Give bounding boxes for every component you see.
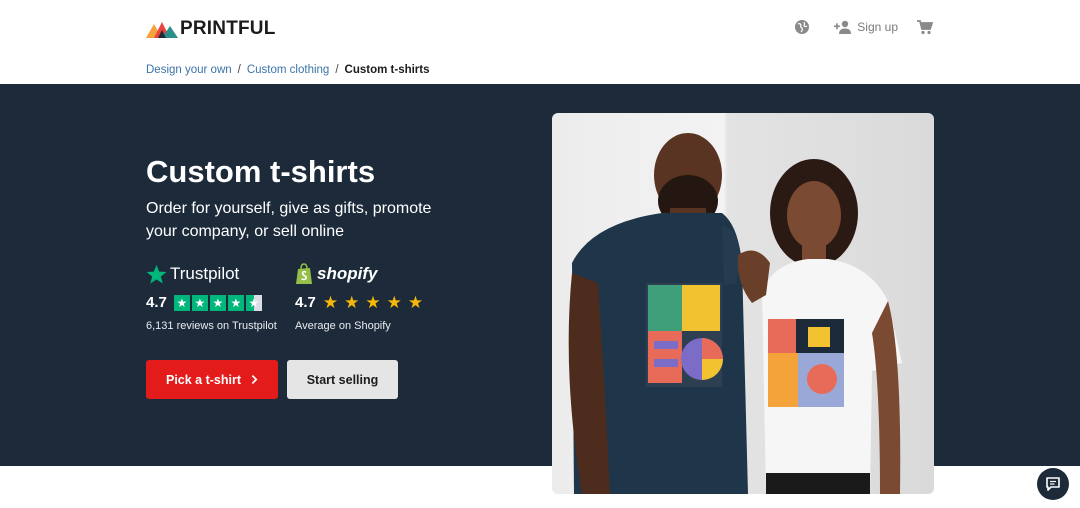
trustpilot-brand: Trustpilot (146, 262, 277, 286)
trustpilot-score: 4.7 (146, 294, 167, 311)
breadcrumb-current: Custom t-shirts (344, 64, 430, 76)
models-wearing-tshirts-illustration (568, 133, 902, 494)
star-icon: ★ (407, 292, 424, 312)
star-icon: ★ (322, 292, 339, 312)
star-icon: ★ (227, 294, 244, 311)
half-star-icon: ★ (245, 294, 262, 311)
pick-a-tshirt-label: Pick a t-shirt (165, 372, 242, 387)
shopify-name: shopify (317, 264, 378, 283)
start-selling-button[interactable]: Start selling (287, 360, 398, 399)
breadcrumb: Design your own / Custom clothing / Cust… (146, 64, 430, 76)
chat-button[interactable] (1037, 468, 1069, 500)
breadcrumb-design-your-own[interactable]: Design your own (146, 64, 232, 76)
hero-subtitle: Order for yourself, give as gifts, promo… (146, 200, 432, 240)
breadcrumb-separator: / (237, 64, 241, 76)
star-icon: ★ (173, 294, 190, 311)
trustpilot-star-icon (146, 264, 167, 284)
trustpilot-name: Trustpilot (170, 264, 240, 283)
star-icon: ★ (344, 292, 360, 312)
globe-icon[interactable] (793, 18, 811, 36)
chat-icon (1046, 477, 1060, 491)
trustpilot-rating[interactable]: Trustpilot 4.7 ★ ★ ★ ★ ★ 6,131 reviews o… (146, 262, 277, 332)
start-selling-label: Start selling (306, 372, 379, 387)
pick-a-tshirt-button[interactable]: Pick a t-shirt (146, 360, 278, 399)
signup-button[interactable]: Sign up (833, 19, 898, 35)
star-icon: ★ (209, 294, 226, 311)
trustpilot-caption: 6,131 reviews on Trustpilot (146, 320, 277, 332)
user-plus-icon (834, 20, 852, 34)
breadcrumb-custom-clothing[interactable]: Custom clothing (247, 64, 329, 76)
breadcrumb-separator: / (335, 64, 339, 76)
logo-mark-icon (146, 22, 178, 38)
cart-icon[interactable] (916, 18, 934, 36)
shopify-score: 4.7 (295, 294, 316, 311)
star-icon: ★ (386, 292, 402, 312)
shopify-brand: shopify (295, 262, 423, 286)
star-icon: ★ (191, 294, 208, 311)
shopify-rating[interactable]: shopify 4.7 ★ ★ ★ ★ ★ Average on Shopify (295, 262, 423, 332)
logo-text: PRINTFUL (180, 18, 276, 39)
header-actions: Sign up (793, 18, 934, 36)
chevron-right-icon (251, 374, 258, 385)
page-title: Custom t-shirts (146, 154, 376, 189)
signup-label: Sign up (857, 20, 898, 34)
shopify-caption: Average on Shopify (295, 320, 391, 332)
hero-product-photo (552, 113, 934, 494)
top-navigation: PRINTFUL Sign up (0, 0, 1080, 56)
shopify-bag-icon (296, 263, 312, 284)
shopify-stars: ★ ★ ★ ★ ★ (322, 292, 424, 312)
star-icon: ★ (365, 292, 381, 312)
trustpilot-stars: ★ ★ ★ ★ ★ (173, 294, 262, 311)
printful-logo[interactable]: PRINTFUL (146, 18, 276, 40)
